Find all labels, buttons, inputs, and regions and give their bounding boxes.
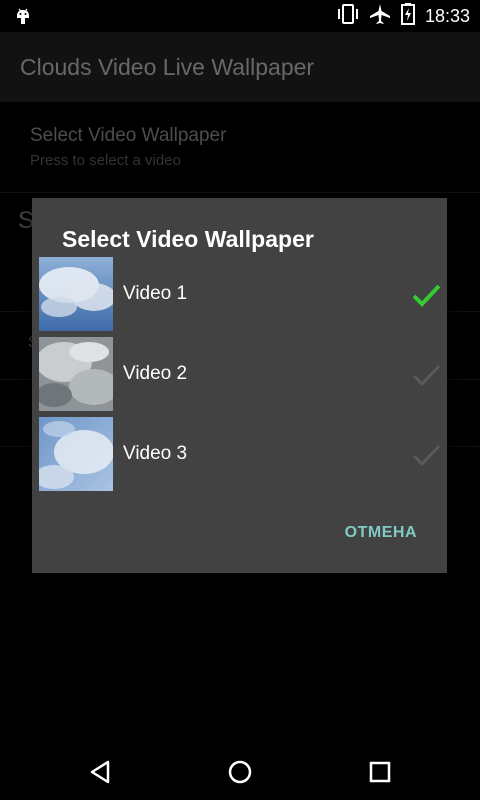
status-bar: 18:33 [0,0,480,32]
vibrate-icon [337,3,359,29]
video-thumbnail [39,257,113,331]
video-label: Video 3 [123,443,188,464]
video-item-3[interactable]: Video 3 [32,417,447,497]
navigation-bar [0,742,480,800]
back-icon[interactable] [84,756,116,788]
recents-icon[interactable] [364,756,396,788]
video-label: Video 2 [123,363,188,384]
video-label: Video 1 [123,283,188,304]
checkmark-selected-icon [410,279,442,311]
cancel-button[interactable]: ОТМЕНА [345,524,417,542]
video-item-2[interactable]: Video 2 [32,337,447,417]
status-time: 18:33 [424,5,470,26]
airplane-mode-icon [369,3,391,30]
checkmark-unselected-icon [410,439,442,471]
video-thumbnail [39,337,113,411]
dialog-title: Select Video Wallpaper [62,226,314,252]
video-thumbnail [39,417,113,491]
checkmark-unselected-icon [410,359,442,391]
select-video-dialog: Select Video Wallpaper Video 1 Video 2 V… [32,198,447,573]
video-item-1[interactable]: Video 1 [32,257,447,337]
home-icon[interactable] [224,756,256,788]
battery-icon [400,2,415,30]
android-icon [14,7,32,25]
